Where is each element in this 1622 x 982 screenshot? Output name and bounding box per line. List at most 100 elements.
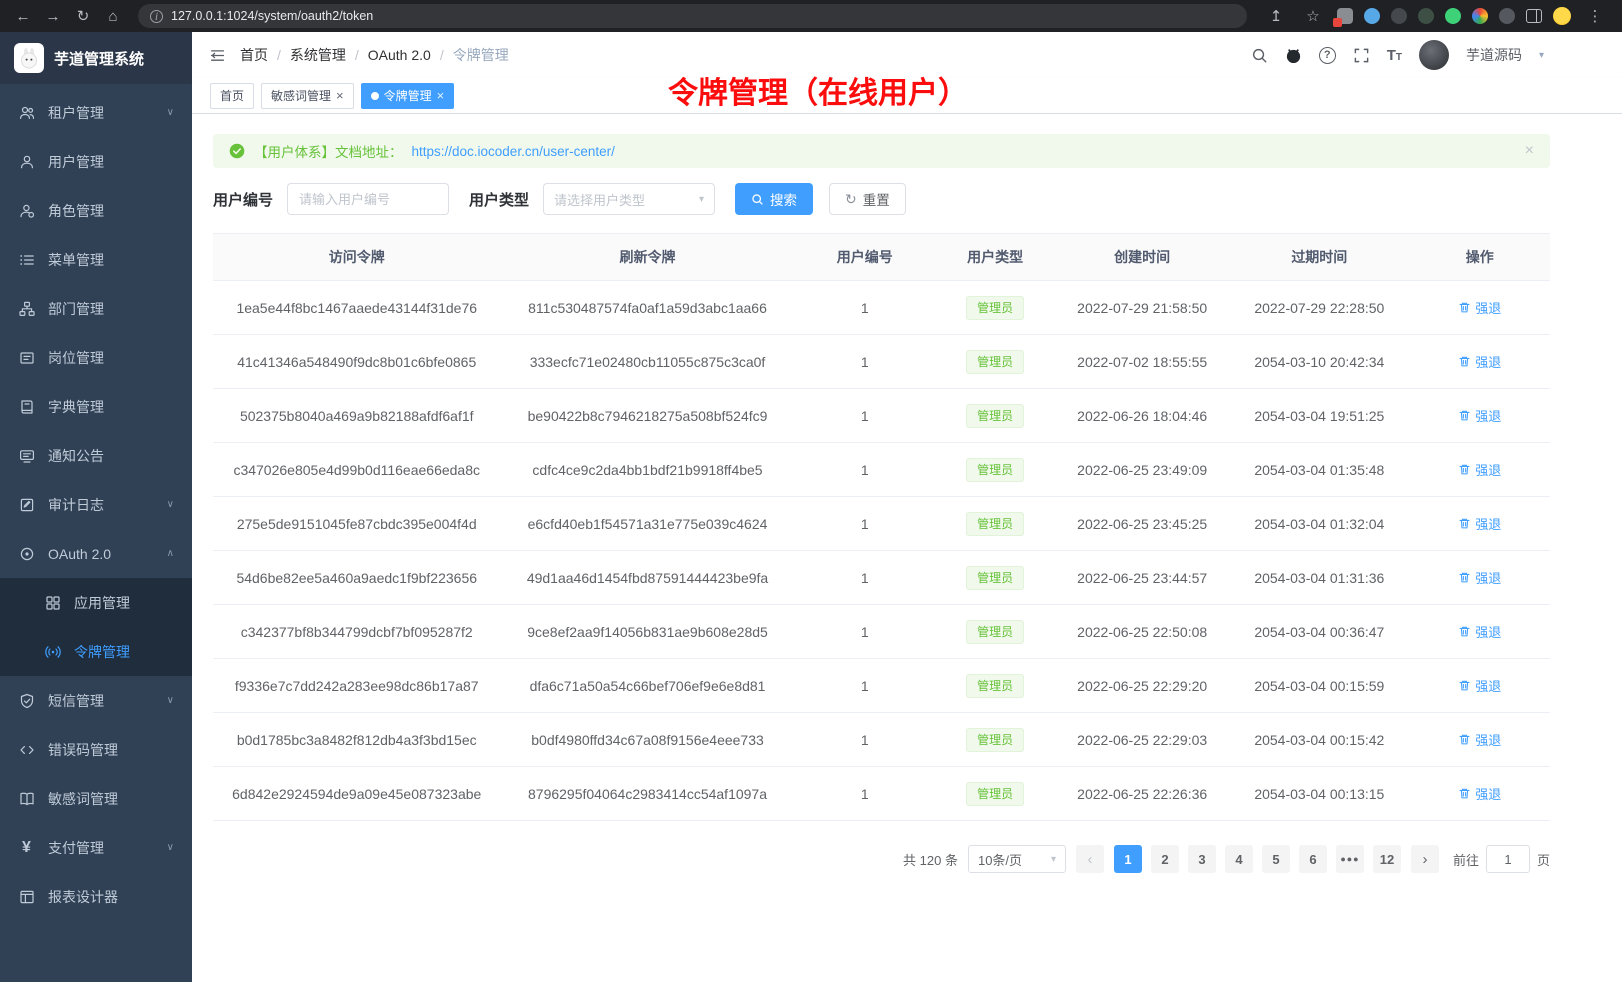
pagination-page-6[interactable]: 6 (1299, 845, 1327, 873)
user-type-select[interactable]: 请选择用户类型 ▾ (543, 183, 715, 215)
force-logout-button[interactable]: 强退 (1458, 784, 1501, 803)
site-info-icon[interactable]: i (150, 10, 163, 23)
extension-icon-3[interactable] (1418, 8, 1434, 24)
sidebar-item-sms[interactable]: 短信管理 ∨ (0, 676, 192, 725)
goto-page-input[interactable] (1486, 845, 1530, 873)
sidebar-item-label: 部门管理 (48, 299, 104, 319)
extension-icon-1[interactable] (1364, 8, 1380, 24)
force-logout-button[interactable]: 强退 (1458, 622, 1501, 641)
reset-button[interactable]: ↻ 重置 (829, 183, 906, 215)
force-logout-button[interactable]: 强退 (1458, 730, 1501, 749)
breadcrumb-item[interactable]: 首页 (240, 45, 268, 65)
sidebar-item-label: 应用管理 (74, 593, 130, 613)
sidebar-item-label: 短信管理 (48, 691, 104, 711)
home-icon[interactable]: ⌂ (100, 4, 126, 28)
extension-icon-6[interactable] (1499, 8, 1515, 24)
tab-home[interactable]: 首页 (210, 83, 254, 109)
tab-label: 令牌管理 (384, 87, 432, 104)
force-logout-button[interactable]: 强退 (1458, 298, 1501, 317)
extension-icon-2[interactable] (1391, 8, 1407, 24)
sidebar-item-post[interactable]: 岗位管理 (0, 333, 192, 382)
chevron-down-icon[interactable]: ▾ (1539, 50, 1544, 61)
close-icon[interactable]: × (336, 89, 344, 102)
force-logout-button[interactable]: 强退 (1458, 568, 1501, 587)
close-icon[interactable]: × (1525, 143, 1534, 159)
force-logout-button[interactable]: 强退 (1458, 676, 1501, 695)
pagination-page-4[interactable]: 4 (1225, 845, 1253, 873)
pagination-next-button[interactable]: › (1411, 845, 1439, 873)
side-panel-icon[interactable] (1526, 9, 1542, 23)
pagination-prev-button[interactable]: ‹ (1076, 845, 1104, 873)
github-icon[interactable] (1285, 47, 1302, 64)
force-logout-label: 强退 (1475, 622, 1501, 641)
search-icon[interactable] (1251, 47, 1268, 64)
app-title: 芋道管理系统 (54, 48, 144, 69)
sidebar-item-notice[interactable]: 通知公告 (0, 431, 192, 480)
browser-profile-avatar[interactable] (1553, 7, 1571, 25)
hamburger-icon[interactable] (209, 47, 226, 64)
user-id-input[interactable] (287, 183, 449, 215)
user-avatar[interactable] (1419, 40, 1449, 70)
pagination-page-2[interactable]: 2 (1151, 845, 1179, 873)
close-icon[interactable]: × (437, 89, 445, 102)
pagination-page-12[interactable]: 12 (1373, 845, 1401, 873)
sidebar-item-menu[interactable]: 菜单管理 (0, 235, 192, 284)
sidebar-item-audit-log[interactable]: 审计日志∨ (0, 480, 192, 529)
breadcrumb-item[interactable]: 系统管理 (290, 45, 346, 65)
tab-sensitive-words[interactable]: 敏感词管理× (261, 83, 354, 109)
app-logo[interactable]: 芋道管理系统 (0, 32, 192, 84)
pagination-page-5[interactable]: 5 (1262, 845, 1290, 873)
forward-icon[interactable]: → (40, 4, 66, 28)
search-form: 用户编号 用户类型 请选择用户类型 ▾ 搜索 ↻ 重置 (213, 183, 1550, 215)
user-type-badge: 管理员 (966, 350, 1024, 374)
help-icon[interactable]: ? (1319, 47, 1336, 64)
fullscreen-icon[interactable] (1353, 47, 1370, 64)
browser-menu-icon[interactable]: ⋮ (1582, 4, 1608, 28)
bookmark-star-icon[interactable]: ☆ (1300, 4, 1326, 28)
tab-token[interactable]: 令牌管理 × (361, 83, 455, 109)
reset-button-label: 重置 (863, 189, 890, 209)
doc-link[interactable]: https://doc.iocoder.cn/user-center/ (412, 144, 615, 159)
sidebar-item-dict[interactable]: 字典管理 (0, 382, 192, 431)
sidebar-item-oauth2-app[interactable]: 应用管理 (0, 578, 192, 627)
main-area: 首页/系统管理/OAuth 2.0/令牌管理 ? TT 芋道源码 ▾ (192, 32, 1622, 982)
search-button[interactable]: 搜索 (735, 183, 813, 215)
sidebar-item-user[interactable]: 用户管理 (0, 137, 192, 186)
sidebar-item-report-designer[interactable]: 报表设计器 (0, 872, 192, 921)
breadcrumb-item[interactable]: OAuth 2.0 (368, 47, 431, 63)
sidebar-item-error-code[interactable]: 错误码管理 (0, 725, 192, 774)
extension-icon-4[interactable] (1445, 8, 1461, 24)
force-logout-button[interactable]: 强退 (1458, 406, 1501, 425)
reload-icon[interactable]: ↻ (70, 4, 96, 28)
page-size-select[interactable]: 10条/页 ▾ (968, 845, 1066, 873)
sidebar-item-pay[interactable]: ¥支付管理∨ (0, 823, 192, 872)
sidebar-item-oauth2-token[interactable]: 令牌管理 (0, 627, 192, 676)
browser-toolbar-icons: ↥ ☆ ⋮ (1259, 4, 1612, 28)
access-token-cell: b0d1785bc3a8482f812db4a3f3bd15ec (213, 713, 500, 767)
back-icon[interactable]: ← (10, 4, 36, 28)
pagination-page-3[interactable]: 3 (1188, 845, 1216, 873)
create-time-cell: 2022-06-25 23:44:57 (1055, 551, 1229, 605)
force-logout-button[interactable]: 强退 (1458, 514, 1501, 533)
user-id-cell: 1 (795, 767, 935, 821)
pagination-more[interactable]: ●●● (1336, 845, 1364, 873)
sidebar-item-label: OAuth 2.0 (48, 546, 111, 562)
force-logout-button[interactable]: 强退 (1458, 352, 1501, 371)
username[interactable]: 芋道源码 (1466, 45, 1522, 65)
access-token-cell: 275e5de9151045fe87cbdc395e004f4d (213, 497, 500, 551)
sidebar-item-tenant[interactable]: 租户管理∨ (0, 88, 192, 137)
address-bar[interactable]: i 127.0.0.1:1024/system/oauth2/token (138, 4, 1247, 28)
force-logout-button[interactable]: 强退 (1458, 460, 1501, 479)
share-icon[interactable]: ↥ (1263, 4, 1289, 28)
pagination-page-1[interactable]: 1 (1114, 845, 1142, 873)
font-size-icon[interactable]: TT (1387, 47, 1402, 64)
sidebar-item-role[interactable]: 角色管理 (0, 186, 192, 235)
create-time-cell: 2022-06-26 18:04:46 (1055, 389, 1229, 443)
extension-icon-5[interactable] (1472, 8, 1488, 24)
chevron-down-icon: ∨ (167, 695, 174, 706)
sidebar-item-sensitive-words[interactable]: 敏感词管理 (0, 774, 192, 823)
sidebar-item-dept[interactable]: 部门管理 (0, 284, 192, 333)
sidebar-item-oauth2[interactable]: OAuth 2.0∧ (0, 529, 192, 578)
token-icon (44, 643, 61, 660)
extensions-icon[interactable] (1337, 8, 1353, 24)
